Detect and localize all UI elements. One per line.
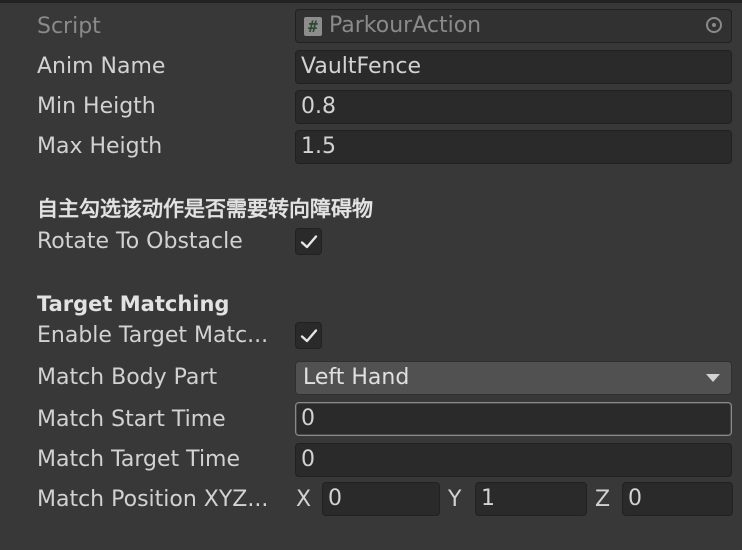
script-object-field[interactable]: # ParkourAction (295, 9, 732, 43)
enable-target-matching-checkbox[interactable] (295, 322, 322, 349)
script-object-value: ParkourAction (329, 13, 482, 38)
inspector-top-border (0, 0, 742, 3)
position-x-input[interactable]: 0 (322, 482, 440, 516)
position-x-label[interactable]: X (296, 485, 311, 515)
position-z-label[interactable]: Z (595, 485, 610, 515)
csharp-script-icon: # (304, 17, 322, 36)
match-start-time-input[interactable]: 0 (295, 402, 732, 436)
match-position-label: Match Position XYZ... (37, 487, 269, 512)
checkmark-icon (300, 329, 318, 343)
match-target-time-label: Match Target Time (37, 447, 241, 472)
match-body-part-value: Left Hand (303, 365, 410, 390)
position-z-input[interactable]: 0 (622, 482, 733, 516)
rotate-to-obstacle-label: Rotate To Obstacle (37, 229, 243, 254)
match-body-part-label: Match Body Part (37, 365, 218, 390)
dropdown-arrow-icon (706, 374, 720, 382)
anim-name-input[interactable]: VaultFence (295, 50, 732, 84)
enable-target-matching-label: Enable Target Matc... (37, 323, 269, 348)
target-matching-header: Target Matching (37, 292, 230, 316)
min-height-input[interactable]: 0.8 (295, 90, 732, 124)
rotate-section-header: 自主勾选该动作是否需要转向障碍物 (37, 197, 373, 221)
script-label: Script (37, 14, 101, 39)
match-target-time-input[interactable]: 0 (295, 443, 732, 477)
rotate-to-obstacle-checkbox[interactable] (295, 228, 322, 255)
checkmark-icon (300, 235, 318, 249)
position-y-input[interactable]: 1 (475, 482, 587, 516)
max-height-label: Max Heigth (37, 134, 163, 159)
max-height-input[interactable]: 1.5 (295, 130, 732, 164)
position-y-label[interactable]: Y (448, 485, 461, 515)
anim-name-label: Anim Name (37, 54, 166, 79)
match-body-part-dropdown[interactable]: Left Hand (295, 361, 732, 395)
object-picker-icon[interactable] (706, 17, 722, 33)
match-start-time-label: Match Start Time (37, 407, 226, 432)
min-height-label: Min Heigth (37, 94, 156, 119)
